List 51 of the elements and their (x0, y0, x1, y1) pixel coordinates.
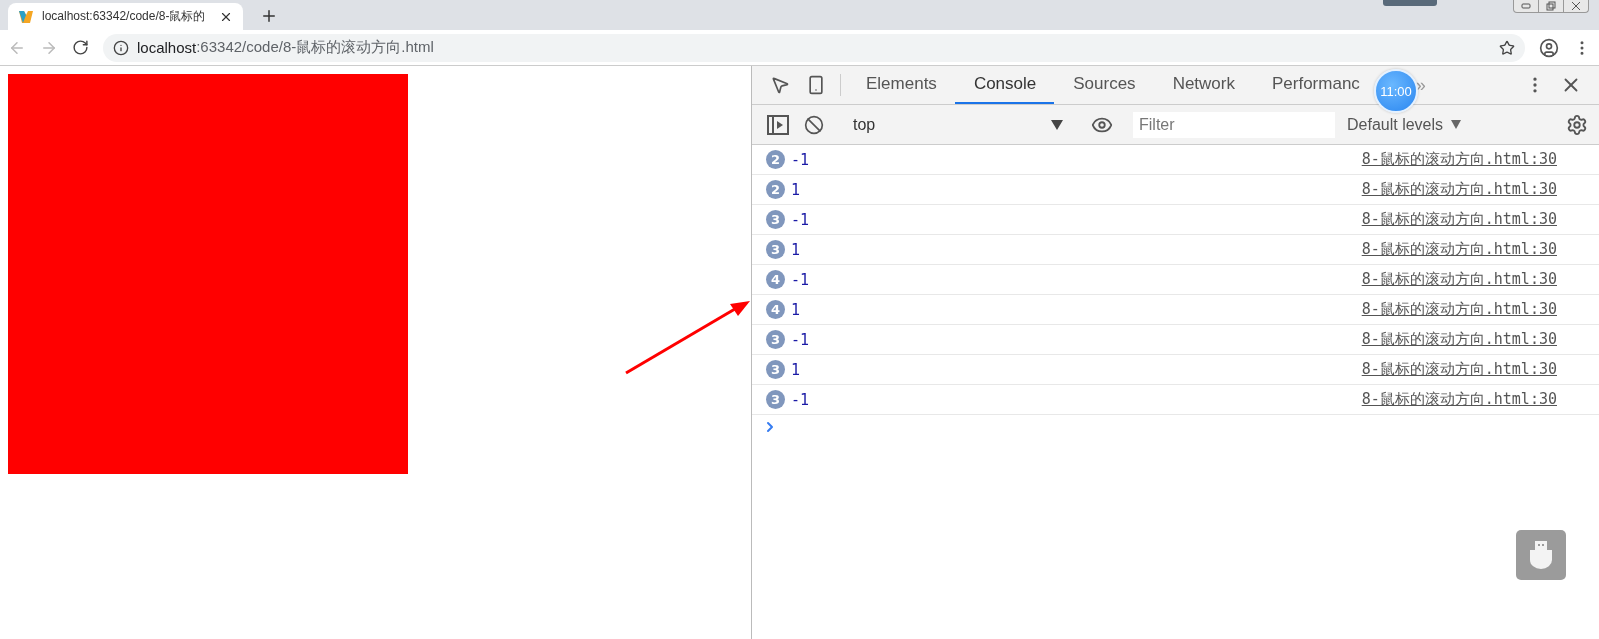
info-icon[interactable] (113, 39, 129, 56)
repeat-count: 3 (766, 390, 785, 409)
repeat-count: 2 (766, 150, 785, 169)
source-link[interactable]: 8-鼠标的滚动方向.html:30 (1361, 360, 1557, 379)
repeat-count: 3 (766, 240, 785, 259)
source-link[interactable]: 8-鼠标的滚动方向.html:30 (1361, 330, 1557, 349)
log-value: -1 (791, 330, 811, 349)
log-value: -1 (791, 270, 811, 289)
plus-icon (260, 7, 278, 25)
reload-icon[interactable] (72, 39, 89, 56)
levels-select[interactable]: Default levels (1347, 115, 1462, 134)
log-value: 1 (791, 300, 802, 319)
repeat-count: 4 (766, 270, 785, 289)
close-icon (1571, 1, 1581, 11)
dropdown-caret-icon (1451, 120, 1462, 129)
repeat-count: 2 (766, 180, 785, 199)
usb-drive-icon (1530, 541, 1552, 569)
source-link[interactable]: 8-鼠标的滚动方向.html:30 (1361, 210, 1557, 229)
repeat-count: 3 (766, 330, 785, 349)
source-link[interactable]: 8-鼠标的滚动方向.html:30 (1361, 300, 1557, 319)
repeat-count: 4 (766, 300, 785, 319)
log-value: -1 (791, 210, 811, 229)
repeat-count: 3 (766, 360, 785, 379)
star-icon[interactable] (1499, 39, 1515, 56)
log-value: 1 (791, 180, 802, 199)
devtools-tab[interactable]: Network (1153, 66, 1253, 104)
log-value: 1 (791, 240, 802, 259)
dropdown-caret-icon (1051, 119, 1063, 130)
filter-field[interactable]: Filter (1133, 111, 1335, 138)
url-host: localhost (137, 39, 197, 56)
browser-tab[interactable]: localhost:63342/code/8-鼠标的 (8, 3, 243, 30)
log-value: 1 (791, 360, 802, 379)
slider-drawing (1383, 0, 1437, 6)
address-bar[interactable]: localhost:63342/code/8-鼠标的滚动方向.html (103, 33, 1525, 62)
favicon-icon (18, 9, 34, 24)
restore-icon (1546, 1, 1556, 11)
source-link[interactable]: 8-鼠标的滚动方向.html:30 (1361, 240, 1557, 259)
minimize-icon (1521, 3, 1531, 9)
devtools-tab[interactable]: Elements (847, 66, 955, 104)
source-link[interactable]: 8-鼠标的滚动方向.html:30 (1361, 270, 1557, 289)
log-value: -1 (791, 390, 811, 409)
source-link[interactable]: 8-鼠标的滚动方向.html:30 (1361, 150, 1557, 169)
repeat-count: 3 (766, 210, 785, 229)
url-path: :63342/code/8-鼠标的滚动方向.html (196, 38, 434, 57)
source-link[interactable]: 8-鼠标的滚动方向.html:30 (1361, 390, 1557, 409)
profile-icon[interactable] (1539, 37, 1559, 58)
devtools-tab[interactable]: Sources (1054, 66, 1154, 104)
context-select[interactable]: top (845, 115, 1071, 134)
log-value: -1 (791, 150, 811, 169)
source-link[interactable]: 8-鼠标的滚动方向.html:30 (1361, 180, 1557, 199)
tab-title: localhost:63342/code/8-鼠标的 (42, 8, 207, 25)
